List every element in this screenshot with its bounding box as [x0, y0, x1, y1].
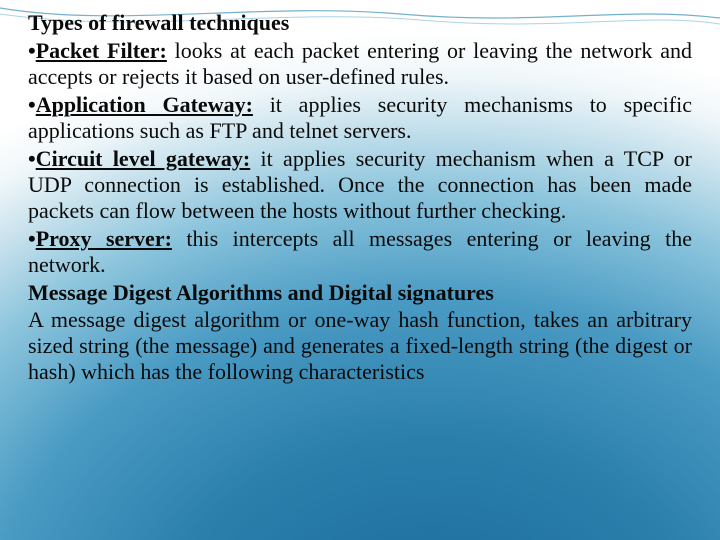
bullet-lead: Proxy server: — [36, 226, 172, 251]
bullet-application-gateway: •Application Gateway: it applies securit… — [28, 92, 692, 144]
bullet-packet-filter: •Packet Filter: looks at each packet ent… — [28, 38, 692, 90]
bullet-circuit-level-gateway: •Circuit level gateway: it applies secur… — [28, 146, 692, 224]
bullet-dot-icon: • — [28, 146, 36, 171]
bullet-lead: Circuit level gateway: — [36, 146, 251, 171]
bullet-dot-icon: • — [28, 226, 36, 251]
section-title: Types of firewall techniques — [28, 10, 692, 36]
slide-content: Types of firewall techniques •Packet Fil… — [28, 10, 692, 385]
paragraph: A message digest algorithm or one-way ha… — [28, 307, 692, 385]
bullet-lead: Packet Filter: — [36, 38, 167, 63]
bullet-dot-icon: • — [28, 92, 36, 117]
slide: Types of firewall techniques •Packet Fil… — [0, 0, 720, 540]
subsection-title: Message Digest Algorithms and Digital si… — [28, 280, 692, 306]
bullet-proxy-server: •Proxy server: this intercepts all messa… — [28, 226, 692, 278]
bullet-dot-icon: • — [28, 38, 36, 63]
bullet-lead: Application Gateway: — [36, 92, 253, 117]
